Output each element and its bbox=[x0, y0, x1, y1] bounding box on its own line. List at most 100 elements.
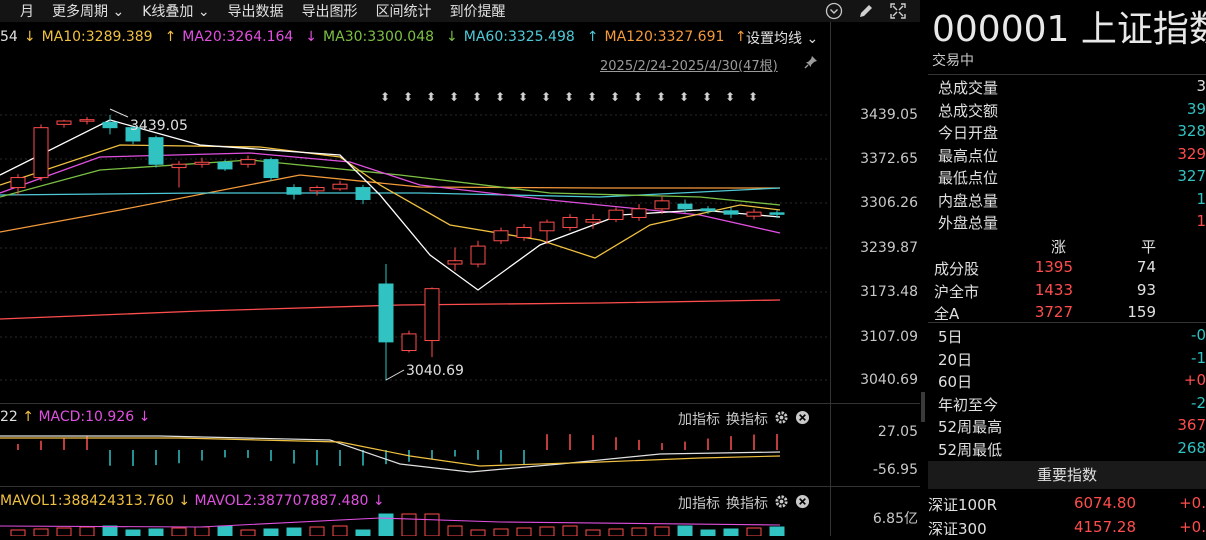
period-row: 年初至今 -2 bbox=[928, 394, 1206, 416]
macd-axis-label: -56.95 bbox=[872, 462, 918, 478]
stat-row-value: 1 bbox=[1196, 189, 1206, 208]
volume-chart[interactable] bbox=[0, 512, 830, 536]
candle-body bbox=[33, 127, 49, 179]
index-row[interactable]: 深证100R +0. 6074.80 bbox=[928, 494, 1206, 516]
candle-body bbox=[332, 183, 348, 190]
price-axis-label: 3173.48 bbox=[860, 284, 918, 300]
vol-legend: MAVOL1:388424313.760 ↓ MAVOL2:387707887.… bbox=[0, 493, 385, 509]
volume-bar bbox=[723, 528, 739, 536]
price-alert-button[interactable]: 到价提醒 bbox=[450, 1, 506, 21]
quote-panel: 000001 上证指数 交易中 总成交量 3 总成交额 39 今日开盘 328 最高点位 32… bbox=[928, 0, 1206, 538]
candle-body bbox=[56, 120, 72, 125]
signal-arrow: ⬍ bbox=[564, 90, 574, 104]
volume-bar bbox=[171, 527, 187, 536]
volume-bar bbox=[240, 529, 256, 536]
vol-tools: 加指标 换指标 bbox=[678, 493, 810, 513]
breadth-row-value: 74 bbox=[1136, 258, 1156, 276]
price-axis-label: 3306.26 bbox=[860, 195, 918, 211]
breadth-up-value: 3727 bbox=[1034, 303, 1073, 321]
macd-legend: 22 ↑ MACD:10.926 ↓ bbox=[0, 409, 150, 425]
ma30-label: ↓ MA30:3300.048 bbox=[305, 29, 440, 45]
period-row: 52周最低 268 bbox=[928, 439, 1206, 461]
export-image-button[interactable]: 导出图形 bbox=[302, 1, 358, 21]
index-row[interactable]: 深证300 +0. 4157.28 bbox=[928, 518, 1206, 540]
change-indicator-button[interactable]: 换指标 bbox=[726, 409, 768, 429]
close-icon[interactable] bbox=[795, 494, 810, 513]
candle-body bbox=[585, 218, 601, 223]
volume-bar bbox=[769, 526, 785, 536]
add-indicator-button[interactable]: 加指标 bbox=[678, 493, 720, 513]
signal-arrow: ⬍ bbox=[518, 90, 528, 104]
signal-arrow: ⬍ bbox=[495, 90, 505, 104]
ma-settings-dropdown[interactable]: 设置均线 ⌄ bbox=[746, 28, 818, 48]
period-row-label: 5日 bbox=[938, 328, 963, 346]
volume-bar bbox=[102, 525, 118, 536]
gear-icon[interactable] bbox=[774, 410, 789, 429]
signal-arrow: ⬍ bbox=[449, 90, 459, 104]
price-axis-label: 3107.09 bbox=[860, 329, 918, 345]
toolbar-icons bbox=[824, 0, 908, 22]
period-row-label: 52周最高 bbox=[938, 418, 1003, 436]
fullscreen-icon[interactable] bbox=[888, 1, 908, 21]
signal-arrow: ⬍ bbox=[656, 90, 666, 104]
volume-bar bbox=[10, 529, 26, 536]
candle-body bbox=[654, 200, 670, 210]
candle-body bbox=[470, 245, 486, 265]
price-axis-label: 3239.87 bbox=[860, 240, 918, 256]
range-stats-button[interactable]: 区间统计 bbox=[376, 1, 432, 21]
panel-divider bbox=[928, 322, 1206, 323]
candle-body bbox=[171, 163, 187, 169]
volume-bar bbox=[148, 528, 164, 536]
more-periods-dropdown[interactable]: 更多周期 ⌄ bbox=[52, 1, 124, 21]
macd-chart[interactable] bbox=[0, 428, 830, 483]
index-price: 6074.80 bbox=[1073, 494, 1136, 512]
candle-body bbox=[102, 121, 118, 129]
stat-row-label: 总成交额 bbox=[938, 101, 999, 120]
breadth-row-value: 93 bbox=[1136, 280, 1156, 299]
kline-chart[interactable]: ⬍ ⬍ ⬍ ⬍ ⬍ ⬍ ⬍ ⬍ ⬍ ⬍ ⬍ ⬍ ⬍ ⬍ ⬍ ⬍ ⬍ 3439.05 3040.69 bbox=[0, 75, 830, 405]
period-row-value: -1 bbox=[1191, 348, 1206, 367]
macd-value-arrow: ↓ bbox=[138, 409, 151, 425]
candle-body bbox=[447, 260, 463, 265]
volume-bar bbox=[700, 529, 716, 536]
ma60-label: ↓ MA60:3325.498 bbox=[446, 29, 581, 45]
chevron-circle-icon[interactable] bbox=[824, 1, 844, 21]
ma10-value: MA10:3289.389 bbox=[41, 29, 153, 45]
dif-line bbox=[0, 435, 781, 473]
gear-icon[interactable] bbox=[774, 494, 789, 513]
index-section-header: 重要指数 bbox=[928, 461, 1206, 489]
close-icon[interactable] bbox=[795, 410, 810, 429]
price-axis-label: 3372.65 bbox=[860, 151, 918, 167]
scrollbar[interactable] bbox=[921, 392, 925, 422]
volume-bar bbox=[608, 528, 624, 536]
change-indicator-button[interactable]: 换指标 bbox=[726, 493, 768, 513]
kline-overlay-dropdown[interactable]: K线叠加 ⌄ bbox=[142, 1, 209, 21]
candle-body bbox=[631, 208, 647, 218]
pin-icon[interactable] bbox=[803, 54, 819, 70]
mavol2-value: MAVOL2:387707887.480 bbox=[194, 493, 369, 509]
candle-body bbox=[240, 159, 256, 165]
ma120-arrow: ↑ bbox=[586, 29, 599, 45]
period-row-value: +0 bbox=[1183, 371, 1206, 389]
index-price: 4157.28 bbox=[1073, 518, 1136, 536]
index-row-value: +0. bbox=[1179, 494, 1206, 512]
axis-divider bbox=[830, 22, 831, 536]
ma10-arrow: ↓ bbox=[23, 29, 36, 45]
volume-bar bbox=[309, 526, 325, 536]
volume-bar bbox=[79, 526, 95, 536]
candle-body bbox=[378, 283, 394, 343]
signal-arrow: ⬍ bbox=[702, 90, 712, 104]
trade-status: 交易中 bbox=[932, 53, 974, 69]
add-indicator-button[interactable]: 加指标 bbox=[678, 409, 720, 429]
breadth-up-value: 1433 bbox=[1034, 280, 1073, 299]
stat-row-value: 329 bbox=[1177, 144, 1206, 163]
stat-row-label: 今日开盘 bbox=[938, 124, 999, 142]
macd-arrow: ↑ bbox=[22, 409, 35, 425]
period-row: 52周最高 367 bbox=[928, 416, 1206, 438]
stat-row: 最低点位 327 bbox=[928, 167, 1206, 189]
export-data-button[interactable]: 导出数据 bbox=[228, 1, 284, 21]
candle-body bbox=[746, 211, 762, 217]
signal-arrow: ⬍ bbox=[633, 90, 643, 104]
pen-icon[interactable] bbox=[856, 1, 876, 21]
period-month-button[interactable]: 月 bbox=[20, 1, 34, 21]
